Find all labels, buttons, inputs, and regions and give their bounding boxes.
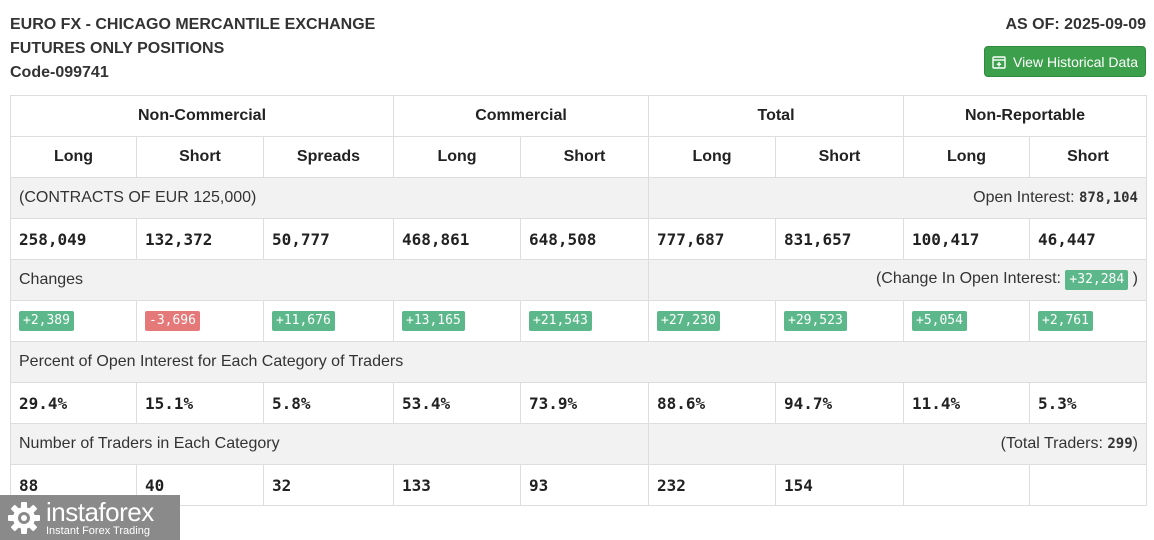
table-cell: 11.4% [903,382,1030,424]
report-title: EURO FX - CHICAGO MERCANTILE EXCHANGE FU… [10,13,375,85]
contracts-label: (CONTRACTS OF EUR 125,000) [10,177,649,219]
percent-values-row: 29.4% 15.1% 5.8% 53.4% 73.9% 88.6% 94.7%… [10,382,1147,424]
total-traders-value: 299 [1107,436,1133,452]
changes-values-row: +2,389 -3,696 +11,676 +13,165 +21,543 +2… [10,300,1147,342]
open-interest-label: Open Interest: [973,189,1075,206]
instaforex-logo: instaforex Instant Forex Trading [0,495,180,540]
change-badge: +2,761 [1038,311,1093,331]
table-cell: +2,761 [1029,300,1147,342]
table-cell: 50,777 [263,218,394,260]
subheader-cell: Long [648,136,776,178]
change-open-interest-label: (Change In Open Interest: [875,270,1061,287]
table-cell: 93 [520,464,649,506]
table-cell: +13,165 [393,300,521,342]
subheader-cell: Short [775,136,904,178]
calendar-plus-icon [992,55,1006,69]
percent-label: Percent of Open Interest for Each Catego… [10,341,1147,383]
table-cell: 232 [648,464,776,506]
table-cell: 88.6% [648,382,776,424]
traders-section-row: Number of Traders in Each Category (Tota… [10,423,1147,465]
table-cell: 5.8% [263,382,394,424]
view-historical-data-button[interactable]: View Historical Data [984,46,1146,77]
table-cell: +21,543 [520,300,649,342]
report-header: EURO FX - CHICAGO MERCANTILE EXCHANGE FU… [10,13,1146,83]
group-non-reportable: Non-Reportable [903,95,1147,137]
table-cell: 258,049 [10,218,137,260]
logo-text: instaforex Instant Forex Trading [46,499,154,537]
logo-wordmark: instaforex [46,496,154,527]
subheader-row: Long Short Spreads Long Short Long Short… [10,136,1147,178]
table-cell: 94.7% [775,382,904,424]
table-cell: 133 [393,464,521,506]
table-cell: 53.4% [393,382,521,424]
changes-section-row: Changes (Change In Open Interest: +32,28… [10,259,1147,301]
group-non-commercial: Non-Commercial [10,95,394,137]
table-cell [1029,464,1147,506]
contracts-values-row: 258,049 132,372 50,777 468,861 648,508 7… [10,218,1147,260]
table-cell: +29,523 [775,300,904,342]
percent-section-row: Percent of Open Interest for Each Catego… [10,341,1147,383]
table-cell: +5,054 [903,300,1030,342]
table-cell: 32 [263,464,394,506]
change-badge: +13,165 [402,311,465,331]
table-cell: 777,687 [648,218,776,260]
table-cell: 5.3% [1029,382,1147,424]
total-traders-cell: (Total Traders: 299) [648,423,1147,465]
table-cell: +27,230 [648,300,776,342]
logo-tagline: Instant Forex Trading [46,524,150,537]
table-cell: 154 [775,464,904,506]
table-cell [903,464,1030,506]
change-badge: +11,676 [272,311,335,331]
group-commercial: Commercial [393,95,649,137]
group-header-row: Non-Commercial Commercial Total Non-Repo… [10,95,1147,137]
instaforex-gear-icon [8,501,40,534]
change-open-interest-suffix: ) [1132,270,1138,287]
table-cell: 29.4% [10,382,137,424]
group-total: Total [648,95,904,137]
change-open-interest-cell: (Change In Open Interest: +32,284 ) [648,259,1147,301]
open-interest-cell: Open Interest: 878,104 [648,177,1147,219]
subheader-cell: Short [520,136,649,178]
table-cell: +2,389 [10,300,137,342]
table-cell: +11,676 [263,300,394,342]
traders-values-row: 88 40 32 133 93 232 154 [10,464,1147,506]
traders-label: Number of Traders in Each Category [10,423,649,465]
change-badge: +21,543 [529,311,592,331]
subheader-cell: Short [1029,136,1147,178]
table-cell: 73.9% [520,382,649,424]
contract-code: Code-099741 [10,64,109,81]
change-badge: -3,696 [145,311,200,331]
change-badge: +5,054 [912,311,967,331]
table-cell: 132,372 [136,218,264,260]
as-of-date: AS OF: 2025-09-09 [1005,16,1146,33]
subheader-cell: Long [903,136,1030,178]
subheader-cell: Long [10,136,137,178]
change-badge: +2,389 [19,311,74,331]
table-cell: 648,508 [520,218,649,260]
open-interest-value: 878,104 [1078,190,1138,206]
change-badge: +27,230 [657,311,720,331]
contracts-section-row: (CONTRACTS OF EUR 125,000) Open Interest… [10,177,1147,219]
table-cell: 831,657 [775,218,904,260]
title-line-2: FUTURES ONLY POSITIONS [10,40,225,57]
table-cell: 468,861 [393,218,521,260]
table-cell: 100,417 [903,218,1030,260]
subheader-cell: Spreads [263,136,394,178]
view-historical-data-label: View Historical Data [1012,53,1138,70]
table-cell: 46,447 [1029,218,1147,260]
subheader-cell: Short [136,136,264,178]
table-cell: -3,696 [136,300,264,342]
total-traders-suffix: ) [1132,435,1138,452]
changes-label: Changes [10,259,649,301]
subheader-cell: Long [393,136,521,178]
cot-positions-table: Non-Commercial Commercial Total Non-Repo… [10,95,1147,506]
change-badge: +29,523 [784,311,847,331]
title-line-1: EURO FX - CHICAGO MERCANTILE EXCHANGE [10,16,376,33]
change-open-interest-badge: +32,284 [1065,270,1129,290]
table-cell: 15.1% [136,382,264,424]
total-traders-label: (Total Traders: [1000,435,1103,452]
